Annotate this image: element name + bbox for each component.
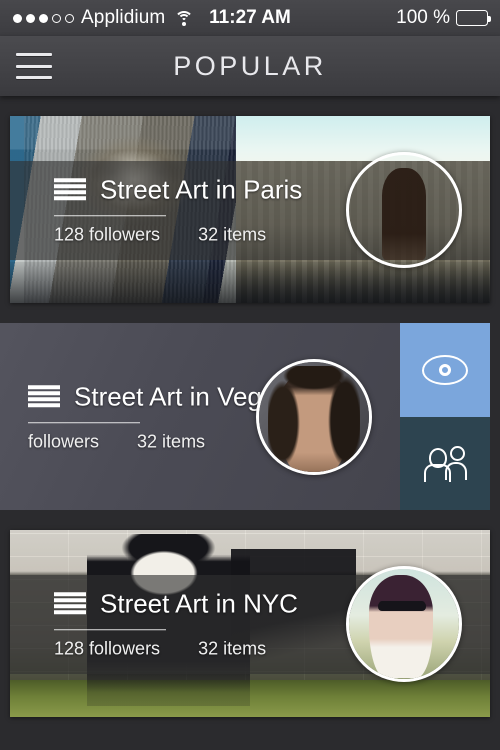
card-list[interactable]: Street Art in Paris 128 followers 32 ite… <box>0 96 500 750</box>
wifi-icon <box>174 10 194 26</box>
avatar-man-long-hair <box>259 361 369 472</box>
hamburger-menu-icon[interactable] <box>16 53 52 79</box>
signal-dot-empty <box>65 13 74 23</box>
avatar[interactable] <box>256 358 372 475</box>
battery-percent-label: 100 % <box>396 7 450 28</box>
carrier-label: Applidium <box>81 7 166 28</box>
view-action[interactable] <box>400 323 490 417</box>
title-divider <box>28 421 140 424</box>
card-stats: 128 followers 32 items <box>54 638 354 659</box>
title-divider <box>54 214 166 217</box>
card-surface[interactable]: Street Art in Vegas followers 32 items <box>0 323 400 510</box>
avatar[interactable] <box>346 565 462 682</box>
items-count: 32 items <box>198 638 267 659</box>
list-stack-icon <box>28 384 60 408</box>
followers-count: 128 followers <box>54 224 161 245</box>
signal-strength-dots <box>13 13 74 23</box>
collection-card-nyc[interactable]: Street Art in NYC 128 followers 32 items <box>10 530 490 717</box>
nav-bar: POPULAR <box>0 36 500 96</box>
card-info: Street Art in NYC 128 followers 32 items <box>54 588 354 660</box>
collection-card-vegas[interactable]: Street Art in Vegas followers 32 items <box>0 323 490 510</box>
list-stack-icon <box>54 591 86 615</box>
phone-screen: Applidium 11:27 AM 100 % POPULAR Street … <box>0 0 500 750</box>
page-title: POPULAR <box>173 50 327 81</box>
follow-action[interactable] <box>400 416 490 510</box>
battery-icon <box>456 10 491 26</box>
status-bar-left: Applidium <box>0 7 194 29</box>
title-divider <box>54 628 166 631</box>
card-title: Street Art in NYC <box>100 587 298 618</box>
card-title: Street Art in Paris <box>100 173 303 204</box>
items-count: 32 items <box>137 431 206 452</box>
followers-count: followers <box>28 431 100 452</box>
avatar[interactable] <box>346 151 462 268</box>
list-stack-icon <box>54 177 86 201</box>
card-info: Street Art in Paris 128 followers 32 ite… <box>54 174 354 246</box>
status-bar-right: 100 % <box>396 7 500 29</box>
eye-icon <box>422 354 468 385</box>
signal-dot-filled <box>13 13 22 23</box>
signal-dot-empty <box>52 13 61 23</box>
followers-count: 128 followers <box>54 638 161 659</box>
avatar-woman-sunglasses <box>349 568 459 679</box>
card-stats: 128 followers 32 items <box>54 224 354 245</box>
people-group-icon <box>423 444 467 483</box>
battery-nub <box>488 15 491 22</box>
signal-dot-filled <box>26 13 35 23</box>
card-actions <box>400 323 490 510</box>
signal-dot-filled <box>39 13 48 23</box>
items-count: 32 items <box>198 224 267 245</box>
avatar-sunset-silhouette <box>349 155 459 265</box>
collection-card-paris[interactable]: Street Art in Paris 128 followers 32 ite… <box>10 116 490 303</box>
status-bar: Applidium 11:27 AM 100 % <box>0 0 500 36</box>
